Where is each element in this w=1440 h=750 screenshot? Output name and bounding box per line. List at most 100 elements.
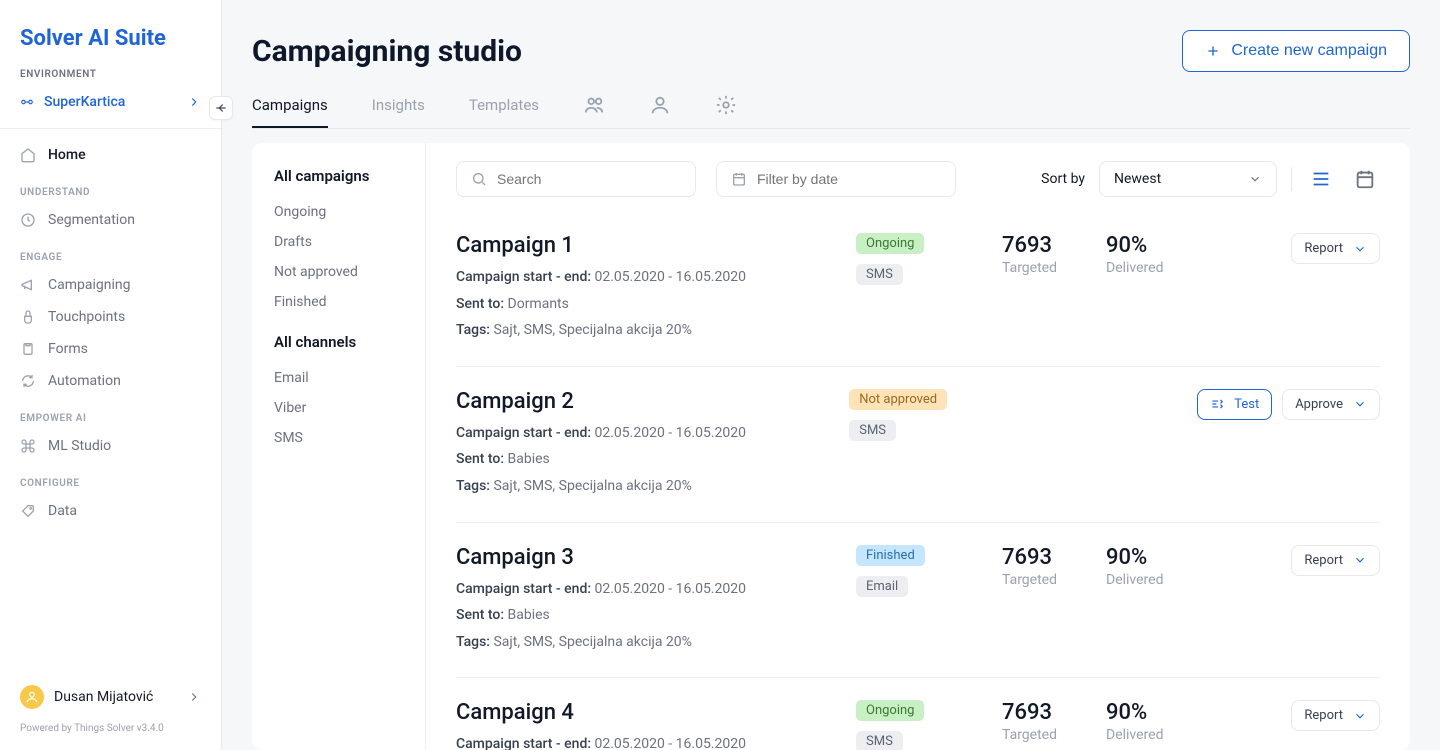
section-understand: UNDERSTAND — [0, 171, 221, 204]
chevron-right-icon — [187, 690, 201, 704]
nav-label: ML Studio — [48, 438, 111, 454]
section-empower: EMPOWER AI — [0, 397, 221, 430]
list-icon — [1310, 168, 1332, 190]
nav-ml-studio[interactable]: ML Studio — [0, 430, 221, 462]
divider — [1291, 167, 1292, 191]
nav-forms[interactable]: Forms — [0, 333, 221, 365]
search-input[interactable] — [456, 161, 696, 197]
approve-label: Approve — [1295, 397, 1343, 412]
nav-label: Segmentation — [48, 212, 135, 228]
status-badge: Finished — [856, 545, 925, 566]
nav-automation[interactable]: Automation — [0, 365, 221, 397]
filter-ongoing[interactable]: Ongoing — [274, 197, 403, 227]
tab-insights[interactable]: Insights — [372, 90, 425, 128]
filter-not-approved[interactable]: Not approved — [274, 257, 403, 287]
campaign-sent-to: Sent to: Dormants — [456, 291, 856, 318]
campaign-info: Campaign 1 Campaign start - end: 02.05.2… — [456, 233, 856, 344]
nav-segmentation[interactable]: Segmentation — [0, 204, 221, 236]
row-actions: Test Approve — [1197, 389, 1380, 420]
targeted-stat: 7693 Targeted — [1002, 700, 1106, 743]
filter-finished[interactable]: Finished — [274, 287, 403, 317]
campaign-tags: Tags: Sajt, SMS, Specijalna akcija 20% — [456, 629, 856, 656]
report-label: Report — [1304, 708, 1343, 723]
campaign-name[interactable]: Campaign 2 — [456, 389, 849, 414]
filter-all-campaigns[interactable]: All campaigns — [274, 167, 403, 185]
filter-email[interactable]: Email — [274, 363, 403, 393]
tag-icon — [20, 503, 36, 519]
row-actions: Report — [1291, 545, 1380, 576]
status-badge: Ongoing — [856, 233, 924, 254]
search-input-field[interactable] — [497, 171, 681, 187]
delivered-label: Delivered — [1106, 727, 1210, 743]
tab-templates[interactable]: Templates — [469, 90, 539, 128]
list-view-toggle[interactable] — [1306, 164, 1336, 194]
environment-label: ENVIRONMENT — [0, 69, 221, 88]
calendar-view-toggle[interactable] — [1350, 164, 1380, 194]
targeted-value: 7693 — [1002, 233, 1106, 258]
campaign-sent-to: Sent to: Babies — [456, 446, 849, 473]
campaign-badges: Ongoing SMS — [856, 700, 1002, 750]
campaign-name[interactable]: Campaign 3 — [456, 545, 856, 570]
nav-home[interactable]: Home — [0, 139, 221, 171]
tab-campaigns[interactable]: Campaigns — [252, 90, 328, 128]
sidebar-collapse-button[interactable] — [209, 96, 233, 120]
sidebar: Solver AI Suite ENVIRONMENT SuperKartica… — [0, 0, 222, 750]
test-button[interactable]: Test — [1197, 389, 1272, 420]
clock-icon — [20, 212, 36, 228]
targeted-label: Targeted — [1002, 260, 1106, 276]
home-icon — [20, 147, 36, 163]
divider — [0, 128, 221, 129]
channel-badge: SMS — [856, 264, 903, 285]
filter-viber[interactable]: Viber — [274, 393, 403, 423]
nav-campaigning[interactable]: Campaigning — [0, 269, 221, 301]
tab-audiences[interactable] — [583, 94, 605, 124]
user-menu[interactable]: Dusan Mijatović — [14, 677, 207, 717]
tab-settings[interactable] — [715, 94, 737, 124]
nav-touchpoints[interactable]: Touchpoints — [0, 301, 221, 333]
link-icon — [20, 95, 34, 109]
sliders-icon — [1210, 397, 1224, 411]
date-filter-field[interactable] — [757, 171, 941, 187]
approve-button[interactable]: Approve — [1282, 389, 1380, 420]
campaign-info: Campaign 4 Campaign start - end: 02.05.2… — [456, 700, 856, 750]
campaign-info: Campaign 3 Campaign start - end: 02.05.2… — [456, 545, 856, 656]
report-button[interactable]: Report — [1291, 545, 1380, 576]
brand-logo: Solver AI Suite — [0, 0, 221, 69]
campaign-name[interactable]: Campaign 4 — [456, 700, 856, 725]
tab-profile[interactable] — [649, 94, 671, 124]
delivered-label: Delivered — [1106, 572, 1210, 588]
channel-badge: SMS — [849, 420, 896, 441]
campaign-range: Campaign start - end: 02.05.2020 - 16.05… — [456, 264, 856, 291]
nav-data[interactable]: Data — [0, 495, 221, 527]
refresh-icon — [20, 373, 36, 389]
campaign-badges: Finished Email — [856, 545, 1002, 597]
filter-drafts[interactable]: Drafts — [274, 227, 403, 257]
campaign-range: Campaign start - end: 02.05.2020 - 16.05… — [456, 576, 856, 603]
plus-icon — [1205, 43, 1221, 59]
targeted-value: 7693 — [1002, 700, 1106, 725]
content-card: All campaigns Ongoing Drafts Not approve… — [252, 143, 1410, 750]
delivered-stat: 90% Delivered — [1106, 545, 1210, 588]
filter-all-channels[interactable]: All channels — [274, 333, 403, 351]
arrow-left-icon — [214, 101, 228, 115]
sort-label: Sort by — [1041, 171, 1085, 187]
touch-icon — [20, 309, 36, 325]
campaign-name[interactable]: Campaign 1 — [456, 233, 856, 258]
nav-label: Campaigning — [48, 277, 130, 293]
megaphone-icon — [20, 277, 36, 293]
nav-label: Automation — [48, 373, 121, 389]
campaign-row: Campaign 3 Campaign start - end: 02.05.2… — [456, 523, 1380, 679]
delivered-stat: 90% Delivered — [1106, 700, 1210, 743]
targeted-value: 7693 — [1002, 545, 1106, 570]
sort-dropdown[interactable]: Newest — [1099, 161, 1277, 197]
report-button[interactable]: Report — [1291, 233, 1380, 264]
date-filter[interactable] — [716, 161, 956, 197]
targeted-stat: 7693 Targeted — [1002, 233, 1106, 276]
powered-by: Powered by Things Solver v3.4.0 — [14, 717, 207, 744]
filter-sms[interactable]: SMS — [274, 423, 403, 453]
create-campaign-button[interactable]: Create new campaign — [1182, 30, 1410, 72]
row-actions: Report — [1291, 700, 1380, 731]
users-icon — [583, 94, 605, 116]
report-button[interactable]: Report — [1291, 700, 1380, 731]
environment-picker[interactable]: SuperKartica — [0, 88, 221, 124]
